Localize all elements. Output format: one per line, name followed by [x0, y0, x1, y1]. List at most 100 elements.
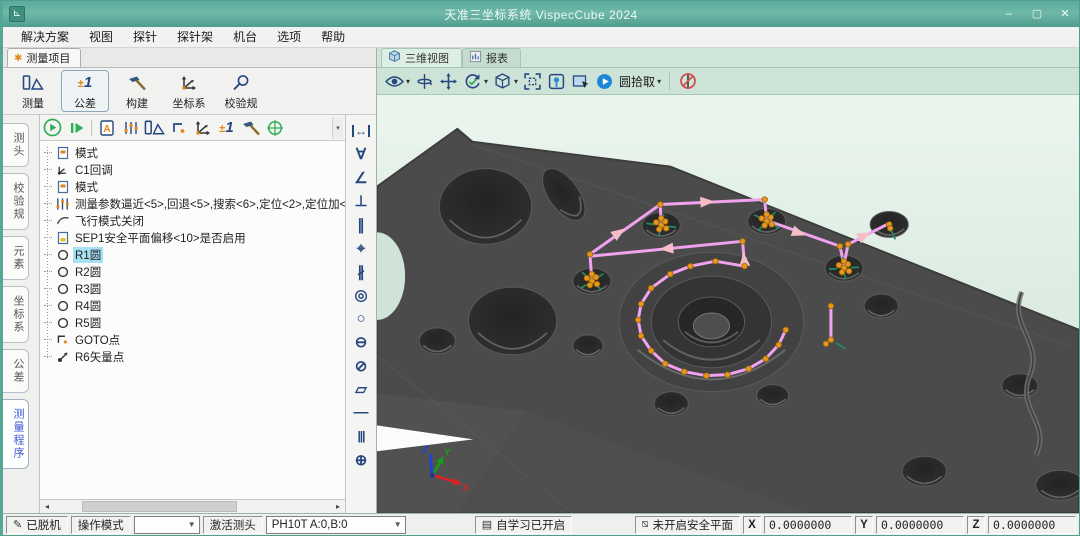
tree-tool-doc-a-button[interactable]: A	[96, 117, 117, 138]
gdt-position-point-icon[interactable]: ⌖	[346, 237, 376, 261]
view-tab-label: 三维视图	[405, 50, 449, 66]
gdt-cylindricity-icon[interactable]: ⊖	[346, 331, 376, 355]
tree-tool-construct-button[interactable]	[240, 117, 261, 138]
tree-item-3[interactable]: 测量参数逼近<5>,回退<5>,搜索<6>,定位<2>,定位加<2>,测量·	[44, 195, 345, 212]
chevron-down-icon[interactable]: ▾	[406, 77, 410, 86]
gdt-symmetry-icon[interactable]: |||	[346, 425, 376, 449]
tree-connector-line	[47, 147, 48, 359]
close-button[interactable]: ✕	[1051, 4, 1079, 24]
menu-item-5[interactable]: 选项	[267, 27, 311, 47]
menu-item-3[interactable]: 探针架	[167, 27, 223, 47]
gdt-parallelism-icon[interactable]: ∥	[346, 213, 376, 237]
restore-button[interactable]: ▢	[1023, 4, 1051, 24]
path-point	[667, 271, 673, 277]
tree-item-0[interactable]: 模式	[44, 144, 345, 161]
operation-mode-select[interactable]: ▼	[134, 516, 200, 534]
gdt-circularity-icon[interactable]: ○	[346, 307, 376, 331]
tree-item-8[interactable]: R3圆	[44, 280, 345, 297]
collision-disabled-button[interactable]	[678, 72, 697, 91]
chevron-down-icon[interactable]: ▾	[657, 77, 661, 86]
menu-item-4[interactable]: 机台	[223, 27, 267, 47]
side-tab-0[interactable]: 测头	[3, 123, 29, 167]
active-probe-label-cell: 激活测头	[203, 516, 263, 534]
menu-item-6[interactable]: 帮助	[311, 27, 355, 47]
window-select-button[interactable]	[571, 72, 590, 91]
tree-item-1[interactable]: C1回调	[44, 161, 345, 178]
scrollbar-track[interactable]	[54, 500, 331, 513]
tree-tool-tolerance-sm-button[interactable]: ±1	[216, 117, 237, 138]
scroll-left-arrow[interactable]: ◂	[40, 500, 54, 513]
view-tab-1[interactable]: 报表	[462, 48, 521, 67]
tree-item-5[interactable]: SEP1安全平面偏移<10>是否启用	[44, 229, 345, 246]
tree-horizontal-scrollbar[interactable]: ◂ ▸	[40, 499, 345, 513]
menu-item-1[interactable]: 视图	[79, 27, 123, 47]
ribbon-button-tolerance[interactable]: ±1公差	[61, 70, 109, 112]
chevron-down-icon: ▼	[394, 520, 402, 529]
circle-pick-label[interactable]: 圆拾取	[619, 73, 655, 90]
locate-pin-button[interactable]	[547, 72, 566, 91]
ribbon-button-gauge[interactable]: 校验规	[217, 70, 265, 112]
tree-tool-goto-sm-button[interactable]	[168, 117, 189, 138]
pan-button[interactable]	[439, 72, 458, 91]
circle-icon	[55, 300, 70, 312]
tree-item-7[interactable]: R2圆	[44, 263, 345, 280]
tree-tool-measure-button[interactable]	[144, 117, 165, 138]
active-probe-select[interactable]: PH10T A:0,B:0 ▼	[266, 516, 406, 534]
circle-icon	[55, 249, 70, 261]
orbit-rotate-button[interactable]	[415, 72, 434, 91]
tree-item-4[interactable]: 飞行模式关闭	[44, 212, 345, 229]
tree-tool-step-button[interactable]	[66, 117, 87, 138]
chevron-down-icon[interactable]: ▾	[514, 77, 518, 86]
menu-item-2[interactable]: 探针	[123, 27, 167, 47]
toolbar-overflow-button[interactable]: ▾	[332, 117, 343, 139]
ribbon-button-construct[interactable]: 构建	[113, 70, 161, 112]
tree-item-12[interactable]: R6矢量点	[44, 348, 345, 365]
viewport-3d[interactable]: XYZ	[377, 95, 1079, 513]
measure-icon	[22, 72, 44, 94]
circle-pick-button[interactable]	[595, 72, 614, 91]
tree-item-9[interactable]: R4圆	[44, 297, 345, 314]
tree-item-11[interactable]: GOTO点	[44, 331, 345, 348]
gdt-distance-icon[interactable]: ↔	[346, 119, 376, 143]
chevron-down-icon[interactable]: ▾	[484, 77, 488, 86]
view-tab-0[interactable]: 三维视图	[381, 48, 462, 67]
tree-tool-params-button[interactable]	[120, 117, 141, 138]
tab-measure-project[interactable]: ✱ 测量项目	[7, 48, 81, 67]
gdt-angle-icon[interactable]: ∠	[346, 166, 376, 190]
zoom-fit-button[interactable]	[523, 72, 542, 91]
side-tab-5[interactable]: 测量程序	[3, 399, 29, 469]
tree-item-2[interactable]: 模式	[44, 178, 345, 195]
path-point	[845, 241, 851, 247]
gdt-angularity-icon[interactable]: ∦	[346, 260, 376, 284]
probe-direction-tick	[668, 226, 676, 227]
ribbon-toolbar: 测量±1公差构建坐标系校验规	[3, 68, 376, 115]
ribbon-button-coordsys[interactable]: 坐标系	[165, 70, 213, 112]
view-visibility-button[interactable]	[385, 72, 404, 91]
tree-item-6[interactable]: R1圆	[44, 246, 345, 263]
gdt-straightness-icon[interactable]: —	[346, 401, 376, 425]
scrollbar-thumb[interactable]	[82, 501, 237, 512]
tree-tool-coordsys-button[interactable]	[192, 117, 213, 138]
gdt-flatness-icon[interactable]: ▱	[346, 378, 376, 402]
side-tab-3[interactable]: 坐标系	[3, 286, 29, 343]
menu-item-0[interactable]: 解决方案	[11, 27, 79, 47]
side-tab-4[interactable]: 公差	[3, 349, 29, 393]
part-hole	[757, 385, 789, 407]
view-cube-button[interactable]	[493, 72, 512, 91]
tree-tool-target-button[interactable]	[264, 117, 285, 138]
ribbon-button-measure[interactable]: 测量	[9, 70, 57, 112]
gdt-angle-between-icon[interactable]: ∀	[346, 143, 376, 167]
status-bar: ✎ 已脱机 操作模式 ▼ 激活测头 PH10T A:0,B:0 ▼ ▤ 自学习已…	[3, 513, 1079, 535]
gdt-runout-icon[interactable]: ⊘	[346, 354, 376, 378]
view-spin-button[interactable]	[463, 72, 482, 91]
view-toolbar: ▾▾▾圆拾取▾	[377, 68, 1079, 95]
scroll-right-arrow[interactable]: ▸	[331, 500, 345, 513]
gdt-true-position-icon[interactable]: ⊕	[346, 448, 376, 472]
minimize-button[interactable]: –	[995, 4, 1023, 24]
tree-tool-run-button[interactable]	[42, 117, 63, 138]
gdt-perpendicularity-icon[interactable]: ⊥	[346, 190, 376, 214]
gdt-concentricity-icon[interactable]: ◎	[346, 284, 376, 308]
tree-item-10[interactable]: R5圆	[44, 314, 345, 331]
side-tab-2[interactable]: 元素	[3, 236, 29, 280]
side-tab-1[interactable]: 校验规	[3, 173, 29, 230]
